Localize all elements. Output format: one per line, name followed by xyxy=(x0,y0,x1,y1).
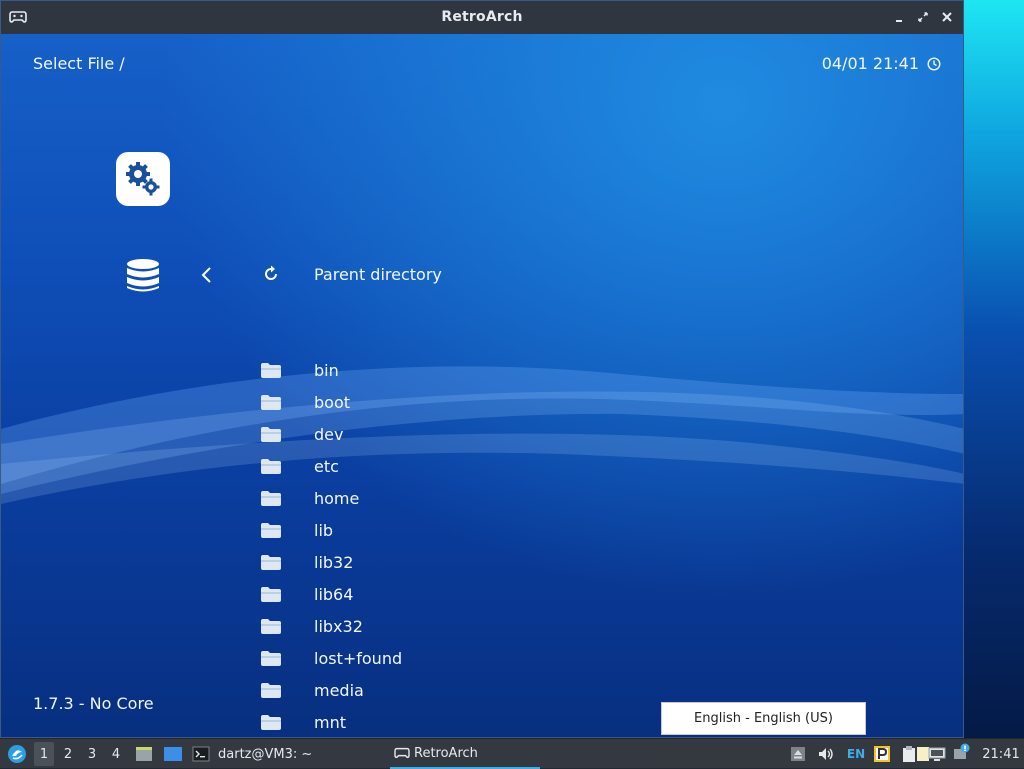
workspace-3[interactable]: 3 xyxy=(82,739,102,769)
version-label: 1.7.3 - No Core xyxy=(33,694,154,713)
folder-icon xyxy=(261,395,281,410)
language-tooltip: English - English (US) xyxy=(661,702,866,735)
folder-icon xyxy=(261,651,281,666)
xmb-menu: Select File / 04/01 21:41 Parent directo… xyxy=(1,34,963,737)
folder-icon xyxy=(261,587,281,602)
folder-label: media xyxy=(314,680,364,700)
back-chevron-icon[interactable] xyxy=(200,266,214,284)
workspace-4[interactable]: 4 xyxy=(106,739,126,769)
menu-clock: 04/01 21:41 xyxy=(822,54,941,73)
folder-label: etc xyxy=(314,456,339,476)
desktop-background xyxy=(964,0,1024,738)
folder-item[interactable]: lost+found xyxy=(259,642,402,674)
start-menu-icon xyxy=(8,745,26,763)
folder-item[interactable]: lib32 xyxy=(259,546,353,578)
parent-directory-label: Parent directory xyxy=(314,264,442,284)
task-terminal-label: dartz@VM3: ~ xyxy=(218,746,313,762)
start-menu-button[interactable] xyxy=(4,739,30,769)
ribbon-background xyxy=(1,366,963,504)
folder-icon xyxy=(261,715,281,730)
folder-label: dev xyxy=(314,424,344,444)
folder-label: mnt xyxy=(314,712,346,732)
file-manager-launcher[interactable] xyxy=(133,739,155,769)
folder-label: lib32 xyxy=(314,552,354,572)
taskbar-clock[interactable]: 21:41 xyxy=(978,739,1024,769)
folder-icon xyxy=(261,523,281,538)
settings-category[interactable] xyxy=(116,152,170,206)
keyboard-layout-indicator[interactable]: EN xyxy=(844,739,868,769)
minimize-button[interactable] xyxy=(891,9,907,25)
parent-directory-item[interactable]: Parent directory xyxy=(259,258,442,290)
folder-item[interactable]: dev xyxy=(259,418,343,450)
task-retroarch-label: RetroArch xyxy=(414,745,478,761)
database-icon[interactable] xyxy=(125,258,161,294)
folder-label: lost+found xyxy=(314,648,403,668)
folder-label: boot xyxy=(314,392,351,412)
menu-header-title: Select File / xyxy=(33,54,125,73)
folder-icon xyxy=(261,619,281,634)
folder-item[interactable]: lib xyxy=(259,514,333,546)
file-manager-icon xyxy=(136,747,152,761)
terminal-icon xyxy=(192,746,210,762)
folder-icon xyxy=(261,683,281,698)
desktop-icon xyxy=(164,747,182,761)
folder-label: lib64 xyxy=(314,584,354,604)
folder-icon xyxy=(261,491,281,506)
clock-icon xyxy=(927,56,941,71)
workspace-2[interactable]: 2 xyxy=(58,739,78,769)
window-title: RetroArch xyxy=(441,9,523,25)
close-icon xyxy=(942,12,952,22)
minimize-icon xyxy=(896,20,902,22)
workspace-1[interactable]: 1 xyxy=(34,742,54,766)
restore-icon xyxy=(918,12,928,22)
task-retroarch[interactable]: RetroArch xyxy=(390,739,540,769)
folder-item[interactable]: mnt xyxy=(259,706,346,737)
parking-icon[interactable] xyxy=(873,745,891,763)
gamepad-icon xyxy=(394,747,410,759)
volume-icon[interactable] xyxy=(817,745,835,763)
task-terminal[interactable]: dartz@VM3: ~ xyxy=(192,739,322,769)
eject-icon[interactable] xyxy=(789,745,807,763)
folder-item[interactable]: etc xyxy=(259,450,339,482)
folder-item[interactable]: boot xyxy=(259,386,350,418)
folder-item[interactable]: home xyxy=(259,482,359,514)
folder-label: libx32 xyxy=(314,616,363,636)
folder-item[interactable]: media xyxy=(259,674,364,706)
folder-icon xyxy=(261,363,281,378)
refresh-icon xyxy=(265,265,277,280)
network-icon[interactable] xyxy=(928,745,946,763)
menu-datetime: 04/01 21:41 xyxy=(821,54,919,73)
title-bar[interactable]: RetroArch xyxy=(1,1,963,34)
folder-label: home xyxy=(314,488,360,508)
notification-icon[interactable] xyxy=(953,743,971,761)
folder-item[interactable]: bin xyxy=(259,354,339,386)
folder-icon xyxy=(261,459,281,474)
folder-label: bin xyxy=(314,360,339,380)
folder-icon xyxy=(261,555,281,570)
taskbar: 1 2 3 4 dartz@VM3: ~ RetroArch EN 21:41 xyxy=(0,738,1024,769)
gears-icon xyxy=(126,162,160,196)
show-desktop-button[interactable] xyxy=(162,739,184,769)
folder-item[interactable]: libx32 xyxy=(259,610,363,642)
folder-item[interactable]: lib64 xyxy=(259,578,353,610)
retroarch-window: RetroArch Select File / 04/01 21:41 Pare… xyxy=(0,0,964,738)
maximize-button[interactable] xyxy=(915,9,931,25)
close-button[interactable] xyxy=(939,9,955,25)
folder-label: lib xyxy=(314,520,334,540)
folder-icon xyxy=(261,427,281,442)
